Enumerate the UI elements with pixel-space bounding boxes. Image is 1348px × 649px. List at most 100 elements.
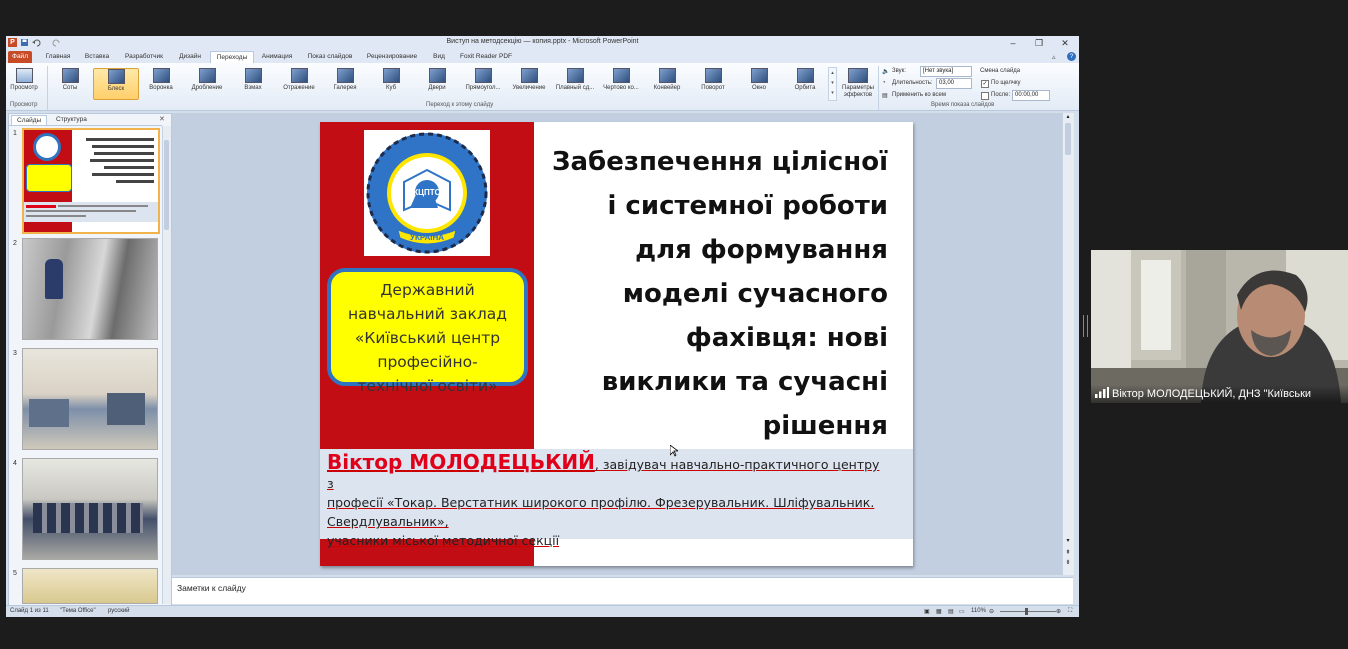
zoom-slider-thumb[interactable] [1025, 608, 1028, 615]
slides-panel: Слайды Структура ✕ 1 2 3 4 5 [8, 113, 172, 606]
transition-doors[interactable]: Двери [415, 68, 459, 98]
help-icon[interactable]: ? [1067, 52, 1076, 61]
author-box[interactable]: Віктор МОЛОДЕЦЬКИЙ, завідувач навчально-… [320, 449, 913, 548]
on-click-checkbox[interactable]: ✓ [981, 80, 989, 88]
transition-box[interactable]: Прямоугол... [461, 68, 505, 98]
tab-slideshow[interactable]: Показ слайдов [304, 51, 356, 63]
window-title: Виступ на методсекцію — копия.pptx - Mic… [446, 38, 639, 45]
transition-flip[interactable]: Отражение [277, 68, 321, 98]
status-zoom[interactable]: 110% [971, 608, 986, 614]
slideshow-icon[interactable]: ▭ [959, 608, 965, 615]
zoom-slider[interactable] [1000, 611, 1056, 612]
tab-animation[interactable]: Анимация [258, 51, 296, 63]
thumb-yellow-box [26, 164, 72, 192]
transition-window[interactable]: Окно [737, 68, 781, 98]
after-input[interactable]: 00:00,00 [1012, 90, 1050, 101]
title-line-1: Забезпечення цілісної [552, 147, 888, 177]
close-button[interactable]: ✕ [1054, 37, 1076, 49]
normal-view-icon[interactable]: ▣ [924, 608, 930, 615]
transition-shred[interactable]: Дробление [185, 68, 229, 98]
slide-sorter-icon[interactable]: ▦ [936, 608, 942, 615]
scroll-thumb[interactable] [1065, 123, 1071, 155]
author-profession: професії «Токар. Верстатник широкого про… [327, 495, 875, 510]
title-line-2: і системної роботи [607, 191, 888, 221]
institution-line-5: технічної освіти» [357, 377, 498, 395]
effect-options-icon [848, 68, 868, 83]
zoom-out-icon[interactable]: ⊖ [989, 608, 994, 615]
slide-title[interactable]: Забезпечення цілісної і системної роботи… [534, 140, 888, 448]
slide-thumbnail-2[interactable] [22, 238, 158, 340]
ribbon-collapse-icon[interactable]: ▵ [1052, 53, 1056, 61]
title-line-5: фахівця: нові [685, 323, 888, 353]
effect-options-button[interactable]: Параметры эффектов [838, 68, 878, 98]
tab-review[interactable]: Рецензирование [362, 51, 422, 63]
slide-thumbnail-1[interactable] [22, 128, 160, 234]
tab-view[interactable]: Вид [430, 51, 448, 63]
slides-panel-scrollbar[interactable] [162, 126, 171, 604]
title-bar: P Виступ на методсекцію — копия.pptx - M… [6, 36, 1079, 50]
slide-thumbnail-4[interactable] [22, 458, 158, 560]
transition-glitter[interactable]: Блеск [93, 68, 139, 100]
slide-thumbnail-3[interactable] [22, 348, 158, 450]
after-checkbox[interactable] [981, 92, 989, 100]
tab-outline[interactable]: Структура [51, 115, 92, 124]
thumb-photo-person [45, 259, 63, 299]
tab-design[interactable]: Дизайн [174, 51, 206, 63]
tab-transitions[interactable]: Переходы [210, 51, 254, 63]
slide-thumbnail-5[interactable] [22, 568, 158, 604]
sound-select[interactable]: [Нет звука] [920, 66, 972, 77]
transition-thumb-icon [428, 68, 446, 83]
title-line-6: виклики та сучасні [601, 367, 888, 397]
status-theme: "Тема Office" [60, 608, 96, 614]
gallery-scroll[interactable]: ▴ ▾ ▾ [828, 67, 837, 101]
sound-icon: 🔈 [882, 69, 890, 75]
prev-slide-icon[interactable]: ⇞ [1063, 549, 1073, 556]
transition-thumb-icon [566, 68, 584, 83]
thumb-author-band [24, 202, 158, 222]
tab-insert[interactable]: Вставка [80, 51, 114, 63]
transition-rotate[interactable]: Поворот [691, 68, 735, 98]
tab-file[interactable]: Файл [8, 51, 32, 63]
transition-zoom[interactable]: Увеличение [507, 68, 551, 98]
panel-close-icon[interactable]: ✕ [159, 115, 165, 123]
sound-label: Звук: [892, 68, 906, 74]
title-line-3: для формування [635, 235, 888, 265]
transition-thumb-icon [704, 68, 722, 83]
transition-thumb-icon [152, 68, 170, 83]
scroll-thumb[interactable] [164, 140, 169, 230]
slide[interactable]: КЦПТО УКРАЇНА Державний навчальний закла… [320, 122, 913, 566]
transition-honeycomb[interactable]: Соты [48, 68, 92, 98]
fit-window-icon[interactable]: ⛶ [1068, 608, 1072, 615]
duration-input[interactable]: 03,00 [936, 78, 972, 89]
participant-name: Віктор МОЛОДЕЦЬКИЙ, ДНЗ "Київськи [1112, 388, 1312, 400]
preview-button[interactable]: Просмотр [6, 68, 42, 98]
transition-thumb-icon [244, 68, 262, 83]
transition-orbit[interactable]: Орбита [783, 68, 827, 98]
zoom-in-icon[interactable]: ⊕ [1056, 608, 1061, 615]
pane-divider-handle[interactable] [1083, 315, 1088, 337]
tab-slides[interactable]: Слайды [11, 115, 48, 125]
institution-line-2: навчальний заклад [348, 305, 507, 323]
participant-video[interactable]: Віктор МОЛОДЕЦЬКИЙ, ДНЗ "Київськи [1091, 250, 1348, 403]
apply-all-button[interactable]: Применить ко всем [892, 92, 946, 98]
tab-home[interactable]: Главная [42, 51, 74, 63]
restore-button[interactable]: ❐ [1028, 37, 1050, 49]
transition-fade[interactable]: Плавный сд... [553, 68, 597, 98]
transition-conveyor[interactable]: Конвейер [645, 68, 689, 98]
tab-developer[interactable]: Разработчик [120, 51, 168, 63]
reading-view-icon[interactable]: ▤ [948, 608, 954, 615]
transition-cube[interactable]: Куб [369, 68, 413, 98]
next-slide-icon[interactable]: ⇟ [1063, 559, 1073, 566]
scroll-down-icon[interactable]: ▾ [1063, 537, 1073, 544]
slide-scrollbar[interactable]: ▴ ▾ ⇞ ⇟ [1062, 113, 1074, 575]
institution-logo: КЦПТО УКРАЇНА [364, 130, 490, 256]
transition-switch[interactable]: Взмах [231, 68, 275, 98]
notes-pane[interactable]: Заметки к слайду [172, 577, 1073, 604]
scroll-up-icon[interactable]: ▴ [1063, 113, 1073, 120]
transition-gallery[interactable]: Галерея [323, 68, 367, 98]
transition-ferris-wheel[interactable]: Чертово ко... [599, 68, 643, 98]
tab-foxit[interactable]: Foxit Reader PDF [456, 51, 516, 63]
group-preview-label: Просмотр [10, 102, 38, 108]
minimize-button[interactable]: – [1002, 37, 1024, 49]
transition-vortex[interactable]: Воронка [139, 68, 183, 98]
